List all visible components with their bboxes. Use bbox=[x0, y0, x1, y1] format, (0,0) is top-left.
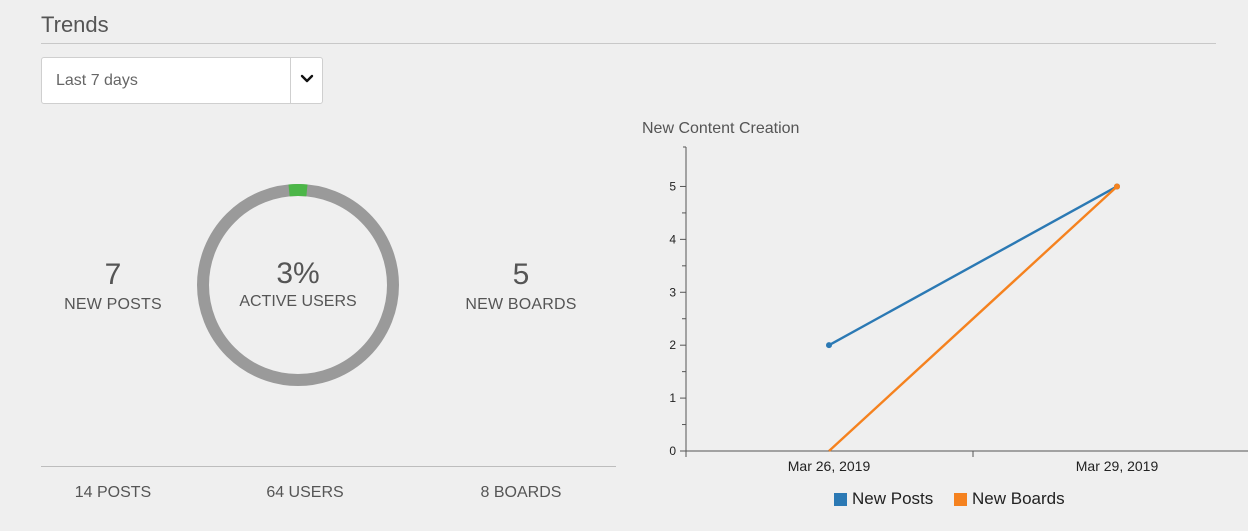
date-range-value: Last 7 days bbox=[56, 72, 138, 89]
new-posts-value: 7 bbox=[104, 258, 122, 291]
new-boards-value: 5 bbox=[512, 258, 530, 291]
title-divider bbox=[41, 43, 1216, 44]
dropdown-button[interactable] bbox=[291, 58, 323, 103]
legend-item-posts: New Posts bbox=[834, 489, 933, 509]
active-users-label: ACTIVE USERS bbox=[239, 293, 357, 310]
page-title: Trends bbox=[41, 12, 109, 37]
x-tick-label: Mar 26, 2019 bbox=[788, 458, 871, 474]
new-boards-label: NEW BOARDS bbox=[465, 296, 577, 313]
series-line-new-boards bbox=[828, 185, 1118, 452]
legend-swatch-boards bbox=[954, 492, 967, 506]
y-tick-label: 4 bbox=[669, 232, 676, 246]
legend-label-posts: New Posts bbox=[852, 489, 934, 508]
chevron-down-icon bbox=[300, 74, 314, 83]
chart-title: New Content Creation bbox=[642, 120, 800, 137]
totals-divider bbox=[41, 466, 616, 467]
legend-item-boards: New Boards bbox=[954, 489, 1065, 509]
active-users-stat: 3% ACTIVE USERS bbox=[208, 257, 388, 311]
x-tick-label: Mar 29, 2019 bbox=[1076, 458, 1159, 474]
y-tick-label: 3 bbox=[669, 285, 676, 299]
total-posts: 14 POSTS bbox=[74, 484, 152, 501]
date-range-select[interactable]: Last 7 days bbox=[41, 57, 323, 104]
data-point-new-boards bbox=[1114, 183, 1120, 190]
legend-swatch-posts bbox=[834, 492, 847, 506]
data-point-new-posts bbox=[826, 342, 832, 349]
new-posts-stat: 7 NEW POSTS bbox=[23, 258, 203, 314]
y-tick-label: 2 bbox=[669, 338, 676, 352]
new-posts-label: NEW POSTS bbox=[64, 296, 162, 313]
active-users-value: 3% bbox=[276, 257, 320, 290]
y-tick-label: 1 bbox=[669, 391, 676, 405]
y-tick-label: 0 bbox=[669, 444, 676, 458]
legend-label-boards: New Boards bbox=[972, 489, 1065, 508]
total-boards: 8 BOARDS bbox=[480, 484, 562, 501]
content-creation-chart: 0 1 2 3 4 5 Mar 26, 2019 Mar 29, 2019 bbox=[669, 146, 1248, 474]
total-users: 64 USERS bbox=[266, 484, 344, 501]
new-boards-stat: 5 NEW BOARDS bbox=[431, 258, 611, 314]
series-line-new-posts bbox=[828, 185, 1118, 347]
y-tick-label: 5 bbox=[669, 179, 676, 193]
